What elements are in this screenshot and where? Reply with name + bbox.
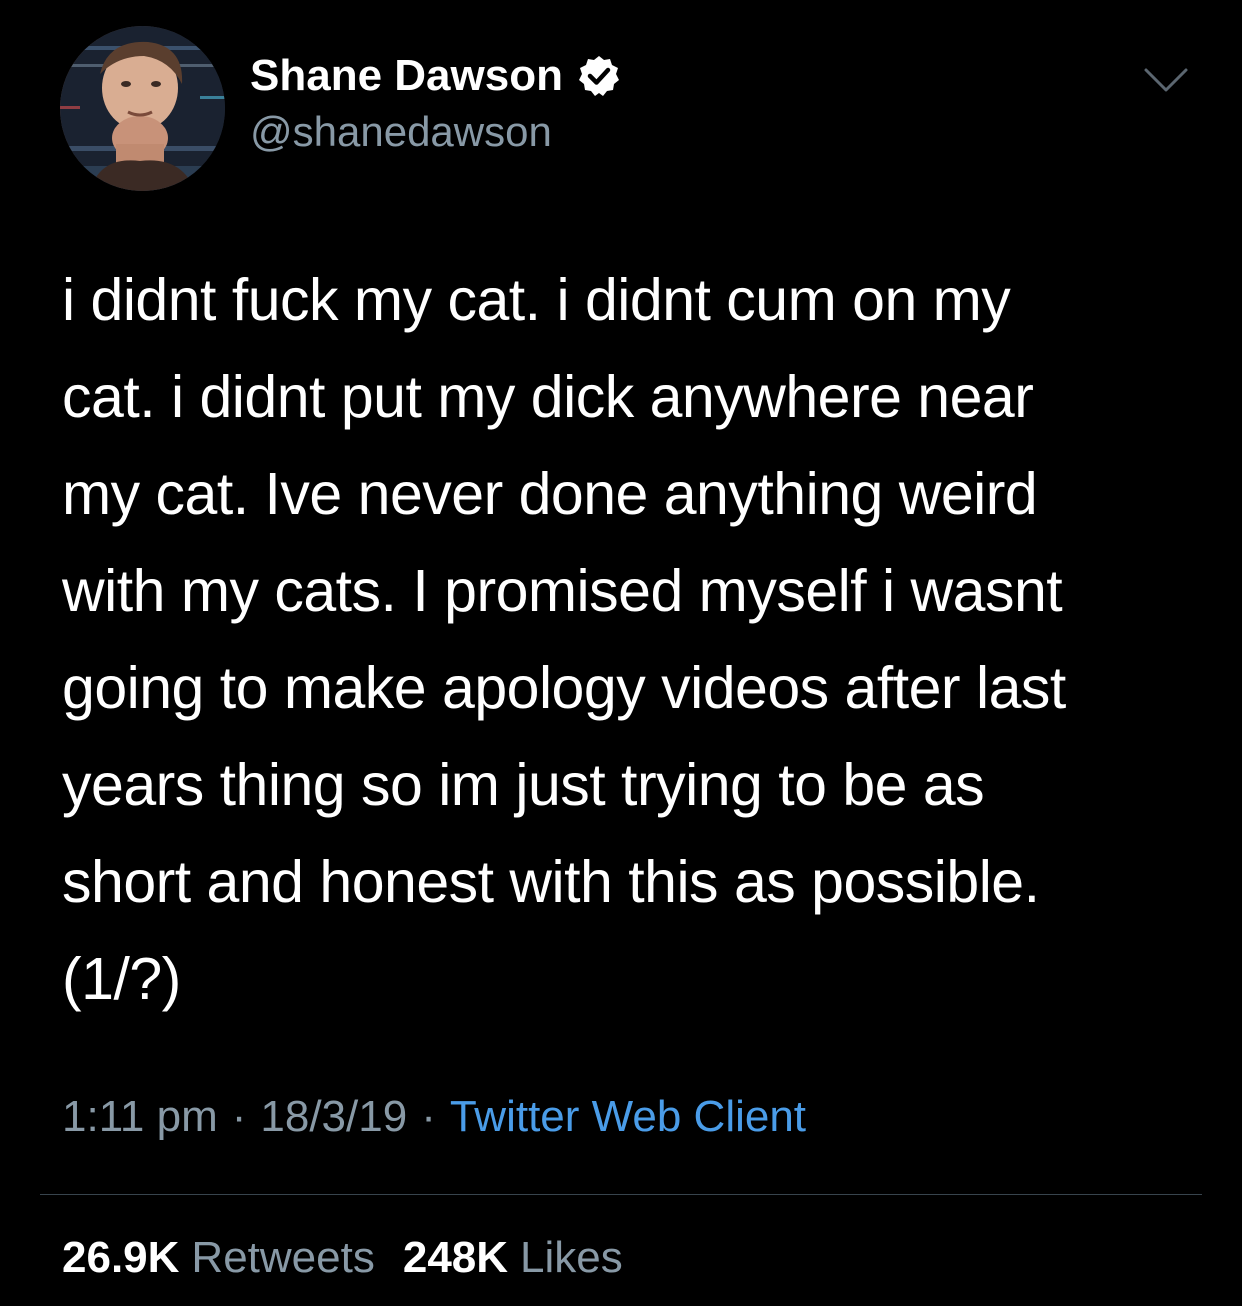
verified-badge-icon [577,54,621,98]
tweet-date[interactable]: 18/3/19 [260,1092,407,1142]
display-name[interactable]: Shane Dawson [250,51,563,101]
meta-separator: · [421,1092,436,1141]
tweet-client-link[interactable]: Twitter Web Client [450,1092,806,1142]
tweet-meta: 1:11 pm · 18/3/19 · Twitter Web Client [62,1092,806,1142]
likes-stat[interactable]: 248K Likes [403,1233,623,1283]
likes-count: 248K [402,1233,509,1282]
profile-photo-icon [60,26,225,191]
retweets-stat[interactable]: 26.9K Retweets [62,1233,375,1283]
divider [40,1194,1202,1195]
retweets-label: Retweets [191,1233,375,1282]
tweet-stats: 26.9K Retweets 248K Likes [62,1233,623,1283]
user-handle[interactable]: @shanedawson [250,108,552,156]
meta-separator: · [231,1092,247,1141]
avatar[interactable] [60,26,225,191]
tweet-text: i didnt fuck my cat. i didnt cum on my c… [62,267,1066,1012]
retweets-count: 26.9K [62,1233,180,1282]
tweet-time[interactable]: 1:11 pm [62,1092,218,1142]
name-row: Shane Dawson [250,50,621,102]
chevron-down-icon[interactable] [1143,66,1189,96]
tweet-detail: Shane Dawson @shanedawson i didnt fuck m… [0,0,1242,1306]
likes-label: Likes [520,1233,623,1282]
